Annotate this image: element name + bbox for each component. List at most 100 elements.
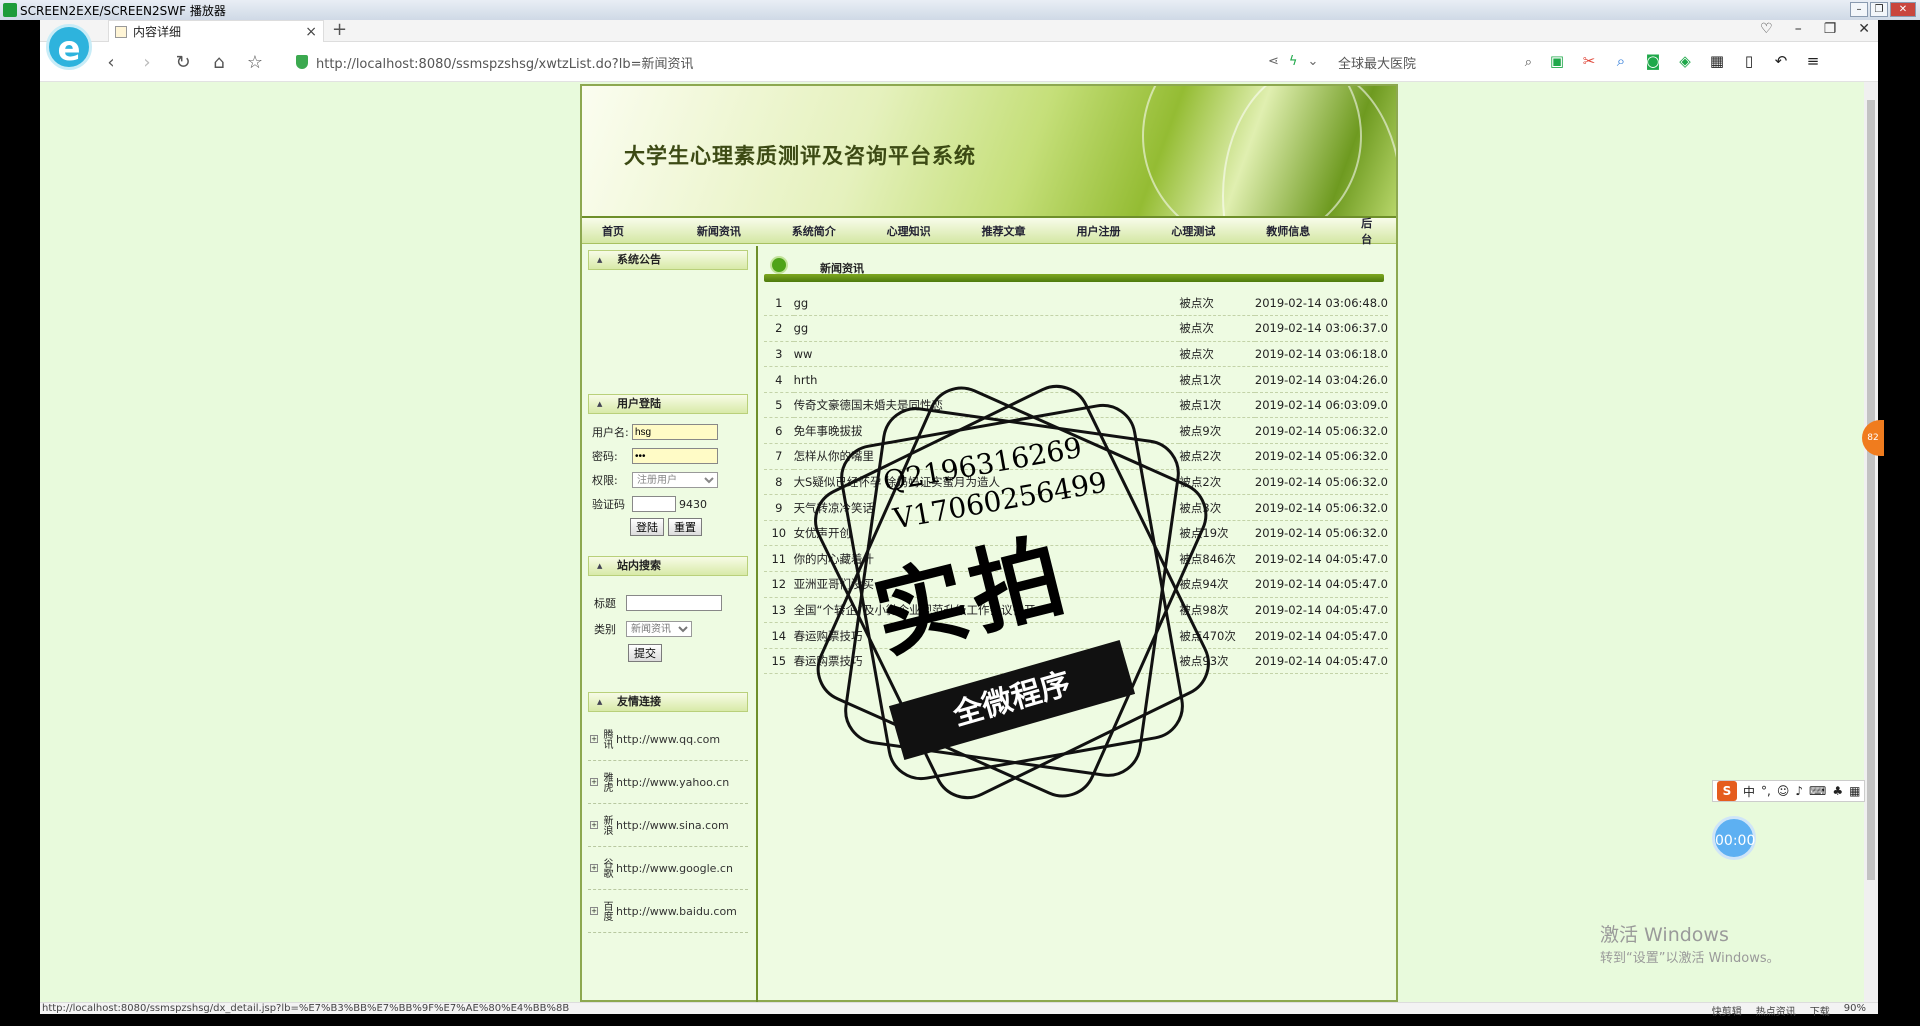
sogou-icon[interactable]: S: [1717, 781, 1737, 801]
table-row[interactable]: 11 你的内心藏着什 被点846次 2019-02-14 04:05:47.0: [764, 545, 1388, 573]
restore-icon[interactable]: ❐: [1824, 21, 1837, 37]
search-category-select[interactable]: 新闻资讯: [626, 621, 692, 637]
table-row[interactable]: 7 怎样从你的嘴里 被点2次 2019-02-14 05:06:32.0: [764, 443, 1388, 470]
table-row[interactable]: 6 免年事晚拔拔 被点9次 2019-02-14 05:06:32.0: [764, 417, 1388, 445]
back-icon[interactable]: ‹: [102, 52, 120, 73]
new-tab-icon[interactable]: +: [332, 20, 347, 40]
tab-close-icon[interactable]: ×: [305, 24, 317, 40]
friend-link[interactable]: http://www.qq.com: [616, 733, 720, 746]
table-row[interactable]: 10 女优声开创 被点19次 2019-02-14 05:06:32.0: [764, 520, 1388, 547]
close-icon[interactable]: ✕: [1890, 2, 1916, 17]
news-title-link[interactable]: 春运购票技巧: [793, 622, 1180, 649]
news-title-link[interactable]: gg: [793, 315, 1180, 342]
keyboard-icon[interactable]: ⌨: [1809, 784, 1826, 798]
grid-icon[interactable]: ▦: [1849, 784, 1860, 798]
game-icon[interactable]: ◙: [1644, 52, 1662, 70]
scrollbar-thumb[interactable]: [1867, 100, 1875, 880]
table-row[interactable]: 2 gg 被点次 2019-02-14 03:06:37.0: [764, 315, 1388, 342]
search-title-input[interactable]: [626, 595, 722, 611]
username-field[interactable]: [632, 424, 718, 440]
mic-icon[interactable]: ♪: [1795, 784, 1803, 798]
restore-icon[interactable]: ❐: [1870, 2, 1888, 17]
search-icon[interactable]: ⌕: [1525, 55, 1532, 70]
reader-icon[interactable]: ▯: [1740, 52, 1758, 70]
table-row[interactable]: 5 传奇文豪德国未婚夫是同性恋 被点1次 2019-02-14 06:03:09.0: [764, 392, 1388, 419]
menu-intro[interactable]: 系统简介: [792, 223, 887, 239]
news-title-link[interactable]: 天气转凉冷笑话: [793, 494, 1180, 521]
friend-link[interactable]: http://www.sina.com: [616, 819, 729, 832]
reset-button[interactable]: 重置: [668, 518, 702, 536]
table-row[interactable]: 13 全国“个转企”及小微企业规范升级工作会议召开 被点98次 2019-02-14 …: [764, 597, 1388, 624]
menu-icon[interactable]: ≡: [1804, 52, 1822, 70]
menu-articles[interactable]: 推荐文章: [982, 223, 1077, 239]
news-title-link[interactable]: hrth: [793, 366, 1180, 393]
status-item[interactable]: 热点资讯: [1756, 1003, 1796, 1018]
news-title-link[interactable]: 传奇文豪德国未婚夫是同性恋: [793, 392, 1180, 419]
table-row[interactable]: 1 gg 被点次 2019-02-14 03:06:48.0: [764, 290, 1388, 317]
lightning-icon[interactable]: ϟ: [1289, 54, 1298, 69]
news-title-link[interactable]: 你的内心藏着什: [793, 545, 1180, 573]
find-icon[interactable]: ⌕: [1612, 52, 1630, 70]
captcha-input[interactable]: [632, 496, 676, 512]
close-icon[interactable]: ✕: [1858, 21, 1870, 37]
scissors-icon[interactable]: ✂: [1580, 52, 1598, 70]
table-row[interactable]: 14 春运购票技巧 被点470次 2019-02-14 04:05:47.0: [764, 622, 1388, 649]
table-row[interactable]: 9 天气转凉冷笑话 被点3次 2019-02-14 05:06:32.0: [764, 494, 1388, 521]
zoom-level[interactable]: 90%: [1844, 1003, 1866, 1018]
skin-icon[interactable]: ♣: [1832, 784, 1843, 798]
menu-teachers[interactable]: 教师信息: [1266, 223, 1361, 239]
url-field[interactable]: http://localhost:8080/ssmspzshsg/xwtzLis…: [296, 50, 1336, 74]
news-title-link[interactable]: 全国“个转企”及小微企业规范升级工作会议召开: [793, 597, 1180, 624]
news-title-link[interactable]: 大S疑似已经怀孕 徐妈妈证实蜜月为造人: [793, 469, 1180, 496]
apps-icon[interactable]: ▦: [1708, 52, 1726, 70]
star-icon[interactable]: ☆: [246, 52, 264, 73]
news-title-link[interactable]: 女优声开创: [793, 520, 1180, 547]
timer-badge[interactable]: 00:00: [1712, 816, 1756, 860]
minimize-icon[interactable]: –: [1850, 2, 1868, 17]
status-item[interactable]: 下载: [1810, 1003, 1830, 1018]
status-item[interactable]: 快剪辑: [1712, 1003, 1742, 1018]
refresh-icon[interactable]: ↻: [174, 52, 192, 73]
friend-link[interactable]: http://www.google.cn: [616, 862, 733, 875]
search-submit-button[interactable]: 提交: [628, 644, 662, 662]
table-row[interactable]: 3 ww 被点次 2019-02-14 03:06:18.0: [764, 341, 1388, 368]
menu-register[interactable]: 用户注册: [1076, 223, 1171, 239]
tab-content-detail[interactable]: 内容详细 ×: [108, 20, 324, 42]
search-input[interactable]: 全球最大医院 ⌕: [1338, 50, 1538, 74]
news-clicks: 被点93次: [1179, 648, 1255, 675]
news-title-link[interactable]: 亚洲亚哥们没买: [793, 571, 1180, 598]
emoji-icon[interactable]: ☺: [1777, 784, 1790, 798]
home-icon[interactable]: ⌂: [210, 52, 228, 73]
punct-icon[interactable]: °,: [1761, 784, 1771, 798]
list-item: + 腾讯 http://www.qq.com: [588, 718, 748, 761]
minimize-icon[interactable]: –: [1795, 21, 1802, 37]
menu-news[interactable]: 新闻资讯: [697, 223, 792, 239]
table-row[interactable]: 12 亚洲亚哥们没买 被点94次 2019-02-14 04:05:47.0: [764, 571, 1388, 598]
password-field[interactable]: [632, 448, 718, 464]
friend-link[interactable]: http://www.baidu.com: [616, 905, 737, 918]
menu-knowledge[interactable]: 心理知识: [887, 223, 982, 239]
skin-icon[interactable]: ♡: [1760, 21, 1773, 37]
ime-language[interactable]: 中: [1743, 783, 1755, 800]
forward-icon[interactable]: ›: [138, 52, 156, 73]
guard-icon[interactable]: ◈: [1676, 52, 1694, 70]
menu-home[interactable]: 首页: [602, 223, 697, 239]
table-row[interactable]: 4 hrth 被点1次 2019-02-14 03:04:26.0: [764, 366, 1388, 393]
share-icon[interactable]: ⋖: [1268, 54, 1279, 69]
undo-icon[interactable]: ↶: [1772, 52, 1790, 70]
menu-test[interactable]: 心理测试: [1171, 223, 1266, 239]
role-select[interactable]: 注册用户: [632, 472, 718, 488]
news-title-link[interactable]: 春运购票技巧: [793, 648, 1180, 675]
friend-link[interactable]: http://www.yahoo.cn: [616, 776, 729, 789]
chevron-down-icon[interactable]: ⌄: [1307, 54, 1318, 69]
menu-admin[interactable]: 后台: [1361, 215, 1382, 247]
news-title-link[interactable]: gg: [793, 290, 1180, 317]
login-button[interactable]: 登陆: [630, 518, 664, 536]
news-title-link[interactable]: 免年事晚拔拔: [793, 417, 1180, 445]
news-title-link[interactable]: ww: [793, 341, 1180, 368]
news-title-link[interactable]: 怎样从你的嘴里: [793, 443, 1180, 470]
vertical-scrollbar[interactable]: [1864, 82, 1878, 1002]
table-row[interactable]: 15 春运购票技巧 被点93次 2019-02-14 04:05:47.0: [764, 648, 1388, 675]
table-row[interactable]: 8 大S疑似已经怀孕 徐妈妈证实蜜月为造人 被点2次 2019-02-14 05:06…: [764, 469, 1388, 496]
translate-icon[interactable]: ▣: [1548, 52, 1566, 70]
